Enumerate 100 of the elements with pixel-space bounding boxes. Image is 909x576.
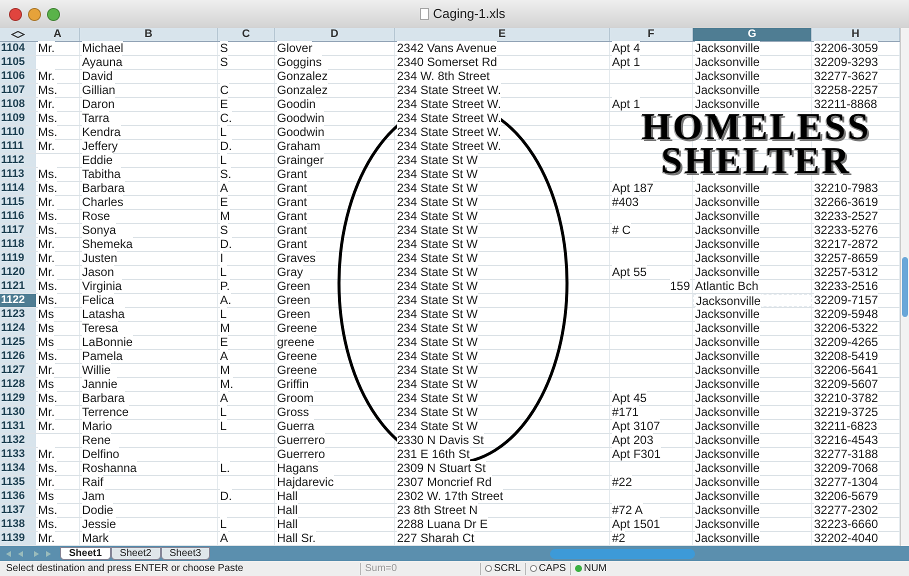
table-cell: 32258-2257 bbox=[814, 83, 878, 97]
table-cell: Michael bbox=[82, 41, 124, 55]
row-header[interactable]: 1115 bbox=[0, 196, 36, 209]
row-header[interactable]: 1119 bbox=[0, 252, 36, 265]
row-header[interactable]: 1118 bbox=[0, 238, 36, 251]
row-header[interactable]: 1122 bbox=[0, 294, 36, 307]
row-header[interactable]: 1121 bbox=[0, 280, 36, 293]
table-cell: Apt 187 bbox=[612, 181, 654, 195]
row-header[interactable]: 1131 bbox=[0, 420, 36, 433]
row-header[interactable]: 1107 bbox=[0, 84, 36, 97]
row-header[interactable]: 1127 bbox=[0, 364, 36, 377]
row-header[interactable]: 1106 bbox=[0, 70, 36, 83]
table-cell: 32277-3188 bbox=[814, 447, 878, 461]
row-header[interactable]: 1134 bbox=[0, 462, 36, 475]
table-cell: Jacksonville bbox=[695, 265, 760, 279]
table-cell: A bbox=[220, 349, 228, 363]
table-cell: 234 State St W bbox=[397, 279, 478, 293]
row-header[interactable]: 1114 bbox=[0, 182, 36, 195]
row-header[interactable]: 1123 bbox=[0, 308, 36, 321]
table-cell: Hall bbox=[277, 503, 298, 517]
table-cell: Apt F301 bbox=[612, 447, 661, 461]
table-cell: Ms. bbox=[38, 223, 58, 237]
row-header[interactable]: 1108 bbox=[0, 98, 36, 111]
row-header[interactable]: 1133 bbox=[0, 448, 36, 461]
table-cell: #22 bbox=[612, 475, 632, 489]
table-cell: Mr. bbox=[38, 195, 55, 209]
row-header[interactable]: 1135 bbox=[0, 476, 36, 489]
table-cell: Jacksonville bbox=[696, 294, 761, 308]
row-header[interactable]: 1130 bbox=[0, 406, 36, 419]
table-cell: A bbox=[220, 531, 228, 545]
table-cell: Goodwin bbox=[277, 125, 324, 139]
row-header[interactable]: 1111 bbox=[0, 140, 36, 153]
table-cell: 234 State Street W. bbox=[397, 125, 502, 139]
sheet-tab[interactable]: Sheet2 bbox=[110, 547, 160, 560]
table-cell: Mr. bbox=[38, 237, 55, 251]
close-button[interactable] bbox=[9, 8, 22, 20]
sheet-tab[interactable]: Sheet1 bbox=[60, 547, 111, 560]
table-cell: I bbox=[220, 251, 224, 265]
table-cell: Greene bbox=[277, 321, 318, 335]
horizontal-scrollbar[interactable] bbox=[550, 548, 696, 558]
table-cell: D. bbox=[220, 489, 232, 503]
row-header[interactable]: 1126 bbox=[0, 350, 36, 363]
row-header[interactable]: 1129 bbox=[0, 392, 36, 405]
row-header[interactable]: 1138 bbox=[0, 518, 36, 531]
row-header[interactable]: 1136 bbox=[0, 490, 36, 503]
table-cell: Jannie bbox=[82, 377, 118, 391]
table-cell: 32233-5276 bbox=[814, 223, 878, 237]
table-cell: David bbox=[82, 69, 113, 83]
table-cell: Kendra bbox=[82, 125, 121, 139]
table-cell: Guerrero bbox=[277, 447, 326, 461]
zoom-button[interactable] bbox=[47, 8, 60, 20]
headline-text: HOMELESS bbox=[641, 110, 871, 144]
table-cell: 234 State St W bbox=[397, 363, 478, 377]
table-cell: Green bbox=[277, 307, 310, 321]
vertical-scrollbar[interactable] bbox=[900, 28, 909, 546]
row-header[interactable]: 1110 bbox=[0, 126, 36, 139]
table-cell: 234 State St W bbox=[397, 335, 478, 349]
row-header[interactable]: 1117 bbox=[0, 224, 36, 237]
row-header[interactable]: 1109 bbox=[0, 112, 36, 125]
table-cell: Jacksonville bbox=[695, 433, 760, 447]
row-header[interactable]: 1125 bbox=[0, 336, 36, 349]
table-cell: E bbox=[220, 335, 228, 349]
row-header[interactable]: 1104 bbox=[0, 42, 36, 55]
table-cell: D. bbox=[220, 139, 232, 153]
table-cell: P. bbox=[220, 279, 230, 293]
row-header[interactable]: 1105 bbox=[0, 56, 36, 69]
table-cell: Mario bbox=[82, 419, 112, 433]
table-cell: Jacksonville bbox=[695, 209, 760, 223]
row-header[interactable]: 1132 bbox=[0, 434, 36, 447]
table-cell: 234 State St W bbox=[397, 307, 478, 321]
row-header[interactable]: 1139 bbox=[0, 532, 36, 545]
table-cell: S bbox=[220, 41, 228, 55]
indicator-label: NUM bbox=[584, 562, 607, 574]
row-header[interactable]: 1120 bbox=[0, 266, 36, 279]
row-header[interactable]: 1113 bbox=[0, 168, 36, 181]
table-cell: 32277-2302 bbox=[814, 503, 878, 517]
table-cell: 234 State St W bbox=[397, 195, 478, 209]
table-cell: 234 State St W bbox=[397, 237, 478, 251]
table-cell: Ms bbox=[38, 489, 54, 503]
table-cell: Willie bbox=[82, 363, 111, 377]
row-header[interactable]: 1116 bbox=[0, 210, 36, 223]
table-cell: 231 E 16th St bbox=[397, 447, 470, 461]
minimize-button[interactable] bbox=[28, 8, 41, 20]
row-header[interactable]: 1112 bbox=[0, 154, 36, 167]
column-header[interactable]: G bbox=[693, 28, 812, 41]
table-cell: D. bbox=[220, 237, 232, 251]
table-cell: Ms. bbox=[38, 517, 58, 531]
row-header[interactable]: 1137 bbox=[0, 504, 36, 517]
table-cell: L bbox=[220, 307, 227, 321]
row-header[interactable]: 1128 bbox=[0, 378, 36, 391]
table-cell: 32206-5679 bbox=[814, 489, 878, 503]
table-cell: Delfino bbox=[82, 447, 120, 461]
table-cell: Green bbox=[277, 293, 310, 307]
table-cell: Ayauna bbox=[82, 55, 122, 69]
sheet-tab[interactable]: Sheet3 bbox=[160, 547, 210, 560]
table-cell: # C bbox=[612, 223, 631, 237]
table-cell: 32233-2516 bbox=[814, 279, 878, 293]
table-cell: Jacksonville bbox=[695, 69, 760, 83]
row-header[interactable]: 1124 bbox=[0, 322, 36, 335]
table-cell: 32209-3293 bbox=[814, 55, 878, 69]
